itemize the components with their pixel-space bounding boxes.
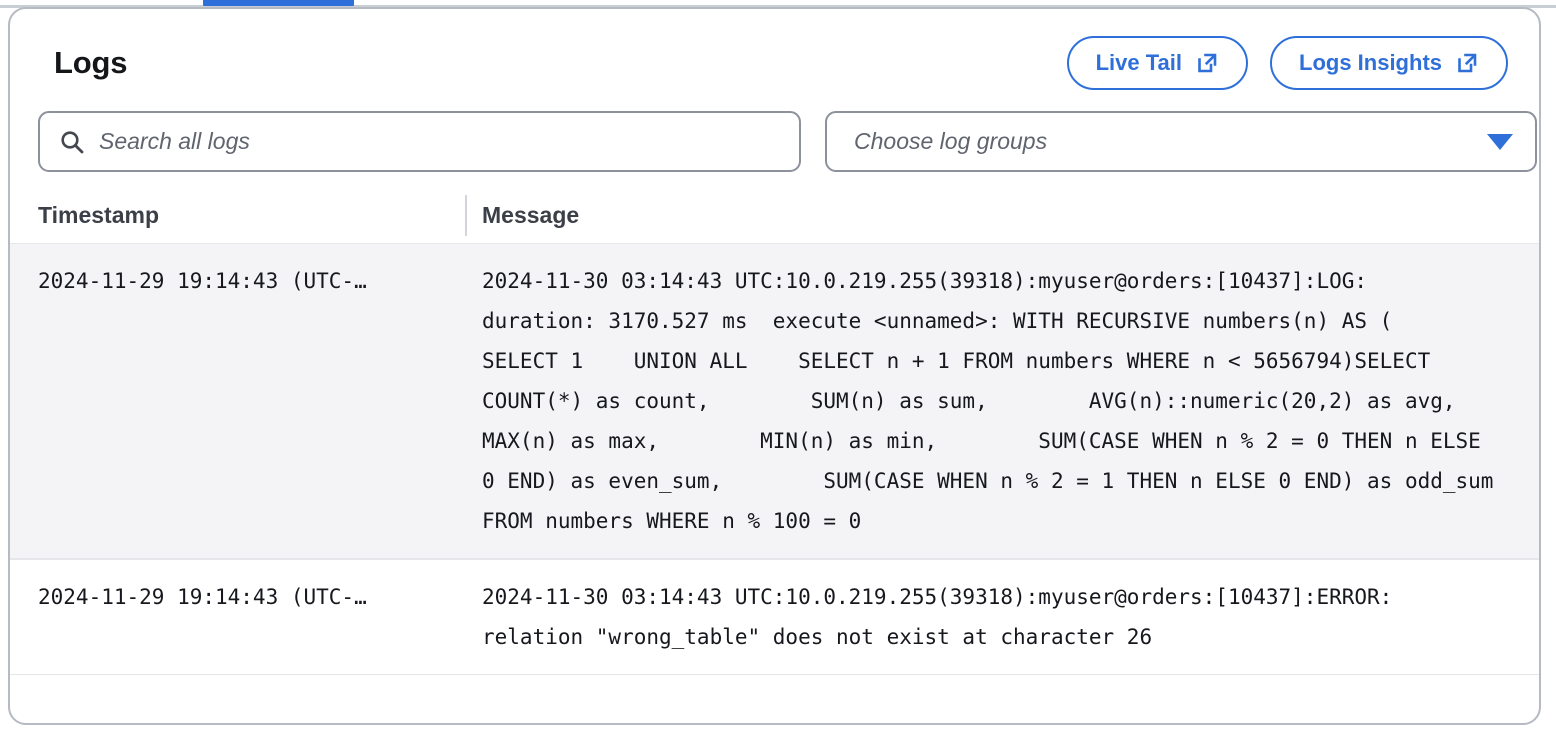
search-icon [58,128,86,156]
active-tab-indicator [203,0,354,6]
logs-panel-header: Logs Live Tail Logs Insights [10,9,1539,111]
search-placeholder: Search all logs [99,128,250,154]
filter-row: Search all logs Choose log groups [10,111,1539,187]
table-row[interactable]: 2024-11-29 19:14:43 (UTC-… 2024-11-30 03… [10,243,1539,559]
column-header-message: Message [482,201,580,228]
external-link-icon [1195,51,1219,75]
log-groups-placeholder: Choose log groups [854,128,1048,154]
log-message: 2024-11-30 03:14:43 UTC:10.0.219.255(393… [482,585,1418,649]
search-input[interactable]: Search all logs [38,111,801,172]
logs-panel: Logs Live Tail Logs Insights Search all … [8,7,1541,725]
external-link-icon [1455,51,1479,75]
logs-insights-button[interactable]: Logs Insights [1270,36,1508,90]
column-header-timestamp: Timestamp [38,201,160,228]
column-divider [465,195,467,236]
log-timestamp: 2024-11-29 19:14:43 (UTC-… [38,269,367,293]
header-actions: Live Tail Logs Insights [1066,36,1508,90]
log-message: 2024-11-30 03:14:43 UTC:10.0.219.255(393… [482,269,1494,533]
table-row[interactable]: 2024-11-29 19:14:43 (UTC-… 2024-11-30 03… [10,559,1539,675]
logs-insights-label: Logs Insights [1299,50,1442,75]
live-tail-button[interactable]: Live Tail [1066,36,1248,90]
logs-table-header: Timestamp Message [10,187,1539,243]
log-groups-select[interactable]: Choose log groups [825,111,1537,172]
log-timestamp: 2024-11-29 19:14:43 (UTC-… [38,585,367,609]
logs-table: Timestamp Message 2024-11-29 19:14:43 (U… [10,187,1539,675]
live-tail-label: Live Tail [1095,50,1182,75]
chevron-down-icon[interactable] [1487,133,1513,150]
page-title: Logs [54,45,128,80]
